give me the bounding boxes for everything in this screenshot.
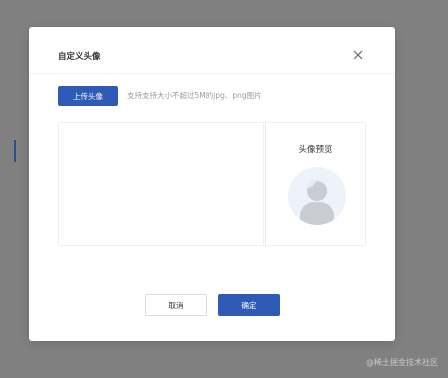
upload-hint: 支持支持大小不超过5M的jpg、png图片 bbox=[127, 91, 262, 100]
confirm-button[interactable]: 确定 bbox=[218, 294, 280, 316]
avatar-preview-panel: 头像预览 bbox=[265, 122, 366, 246]
cancel-button[interactable]: 取消 bbox=[145, 294, 207, 316]
title-divider bbox=[29, 73, 395, 74]
custom-avatar-dialog: 自定义头像 上传头像 支持支持大小不超过5M的jpg、png图片 头像预览 取消… bbox=[29, 27, 395, 341]
background-caret bbox=[14, 140, 16, 162]
crop-area[interactable] bbox=[58, 122, 264, 246]
close-icon[interactable] bbox=[351, 47, 365, 61]
dialog-title: 自定义头像 bbox=[58, 52, 101, 62]
preview-title: 头像预览 bbox=[298, 145, 333, 155]
upload-avatar-button[interactable]: 上传头像 bbox=[58, 86, 118, 106]
default-avatar-icon bbox=[288, 167, 346, 225]
watermark: @稀土掘金技术社区 bbox=[366, 358, 438, 367]
